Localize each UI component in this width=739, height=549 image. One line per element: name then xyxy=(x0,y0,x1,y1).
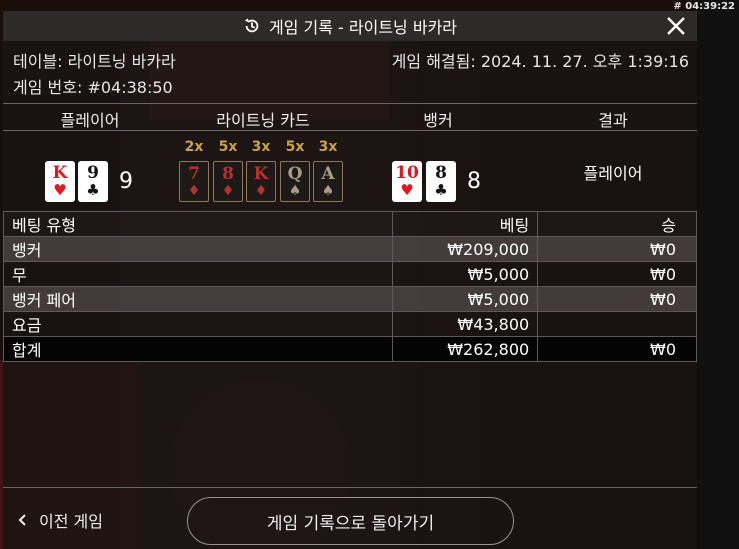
info-row-2: 게임 번호: #04:38:50 xyxy=(13,74,689,98)
info-row-1: 테이블: 라이트닝 바카라 게임 해결됨: 2024. 11. 27. 오후 1… xyxy=(13,48,689,72)
title-bar: 게임 기록 - 라이트닝 바카라 xyxy=(3,11,697,41)
back-to-history-button[interactable]: 게임 기록으로 돌아가기 xyxy=(187,497,514,545)
bet-amount: ₩5,000 xyxy=(392,261,539,287)
card-rank: A xyxy=(321,163,335,184)
card-suit: ♠ xyxy=(288,182,302,199)
card-suit: ♦ xyxy=(254,182,268,199)
table-row: 뱅커 페어 ₩5,000 ₩0 xyxy=(2,286,697,312)
win-amount: ₩0 xyxy=(537,261,697,287)
banker-card-2: 8 ♣ xyxy=(426,161,456,202)
card-rank: 10 xyxy=(395,163,419,183)
total-bet: ₩262,800 xyxy=(392,336,539,362)
bet-amount: ₩209,000 xyxy=(392,236,539,262)
bets-table-header: 베팅 유형 베팅 승 xyxy=(2,211,697,237)
card-suit: ♣ xyxy=(86,181,100,199)
bet-type: 뱅커 페어 xyxy=(2,286,394,312)
card-rank: 8 xyxy=(222,163,234,184)
panel-title: 게임 기록 - 라이트닝 바카라 xyxy=(268,18,458,37)
card-rank: 8 xyxy=(435,163,447,183)
banker-score: 8 xyxy=(467,169,481,194)
lightning-multiplier: 5x xyxy=(218,139,238,155)
close-icon[interactable] xyxy=(665,15,687,37)
bet-amount: ₩5,000 xyxy=(392,286,539,312)
banker-card-1: 10 ♥ xyxy=(392,161,422,202)
previous-game-button[interactable]: 이전 게임 xyxy=(17,508,103,532)
header-bet: 베팅 xyxy=(392,211,539,237)
table-row: 뱅커 ₩209,000 ₩0 xyxy=(2,236,697,262)
col-head-lightning: 라이트닝 카드 xyxy=(216,111,310,130)
win-amount: ₩0 xyxy=(537,236,697,262)
game-number: 게임 번호: #04:38:50 xyxy=(13,78,173,97)
card-suit: ♥ xyxy=(53,181,67,199)
header-bet-type: 베팅 유형 xyxy=(2,211,394,237)
card-rank: 7 xyxy=(188,163,200,184)
lightning-card-1: 7 ♦ xyxy=(179,161,209,202)
chevron-left-icon xyxy=(18,514,26,526)
resolved-time: 게임 해결됨: 2024. 11. 27. 오후 1:39:16 xyxy=(391,52,689,71)
card-rank: K xyxy=(253,163,269,184)
back-to-history-label: 게임 기록으로 돌아가기 xyxy=(266,513,435,534)
player-card-1: K ♥ xyxy=(45,161,75,202)
table-row-total: 합계 ₩262,800 ₩0 xyxy=(2,336,697,362)
table-row: 요금 ₩43,800 xyxy=(2,311,697,337)
table-row: 무 ₩5,000 ₩0 xyxy=(2,261,697,287)
lightning-multiplier: 3x xyxy=(318,139,338,155)
lightning-card-5: A ♠ xyxy=(313,161,343,202)
card-suit: ♥ xyxy=(400,181,414,199)
bet-type: 뱅커 xyxy=(2,236,394,262)
col-head-result: 결과 xyxy=(598,111,628,130)
lightning-multiplier: 2x xyxy=(184,139,204,155)
bet-type: 무 xyxy=(2,261,394,287)
total-win: ₩0 xyxy=(537,336,697,362)
lightning-card-3: K ♦ xyxy=(246,161,276,202)
table-name: 테이블: 라이트닝 바카라 xyxy=(13,52,176,71)
divider xyxy=(3,487,697,488)
previous-game-label: 이전 게임 xyxy=(39,512,103,531)
win-amount xyxy=(537,311,697,337)
col-head-player: 플레이어 xyxy=(60,111,120,130)
card-suit: ♠ xyxy=(321,182,335,199)
card-rank: Q xyxy=(287,163,303,184)
game-history-panel: 게임 기록 - 라이트닝 바카라 테이블: 라이트닝 바카라 게임 해결됨: 2… xyxy=(2,11,697,549)
card-suit: ♣ xyxy=(434,181,448,199)
lightning-card-4: Q ♠ xyxy=(280,161,310,202)
win-amount: ₩0 xyxy=(537,286,697,312)
game-result: 플레이어 xyxy=(583,164,643,183)
total-label: 합계 xyxy=(2,336,394,362)
header-win: 승 xyxy=(537,211,697,237)
lightning-multiplier: 3x xyxy=(251,139,271,155)
player-score: 9 xyxy=(119,169,133,194)
history-icon xyxy=(244,18,259,33)
bet-type: 요금 xyxy=(2,311,394,337)
lightning-card-2: 8 ♦ xyxy=(213,161,243,202)
card-rank: 9 xyxy=(87,163,99,183)
card-suit: ♦ xyxy=(221,182,235,199)
col-head-banker: 뱅커 xyxy=(423,111,453,130)
divider xyxy=(3,103,697,104)
bets-table: 베팅 유형 베팅 승 뱅커 ₩209,000 ₩0 무 ₩5,000 ₩0 뱅커… xyxy=(2,211,697,362)
lightning-multiplier: 5x xyxy=(285,139,305,155)
divider xyxy=(3,130,697,131)
bet-amount: ₩43,800 xyxy=(392,311,539,337)
player-card-2: 9 ♣ xyxy=(78,161,108,202)
card-rank: K xyxy=(52,163,68,183)
card-suit: ♦ xyxy=(187,182,201,199)
